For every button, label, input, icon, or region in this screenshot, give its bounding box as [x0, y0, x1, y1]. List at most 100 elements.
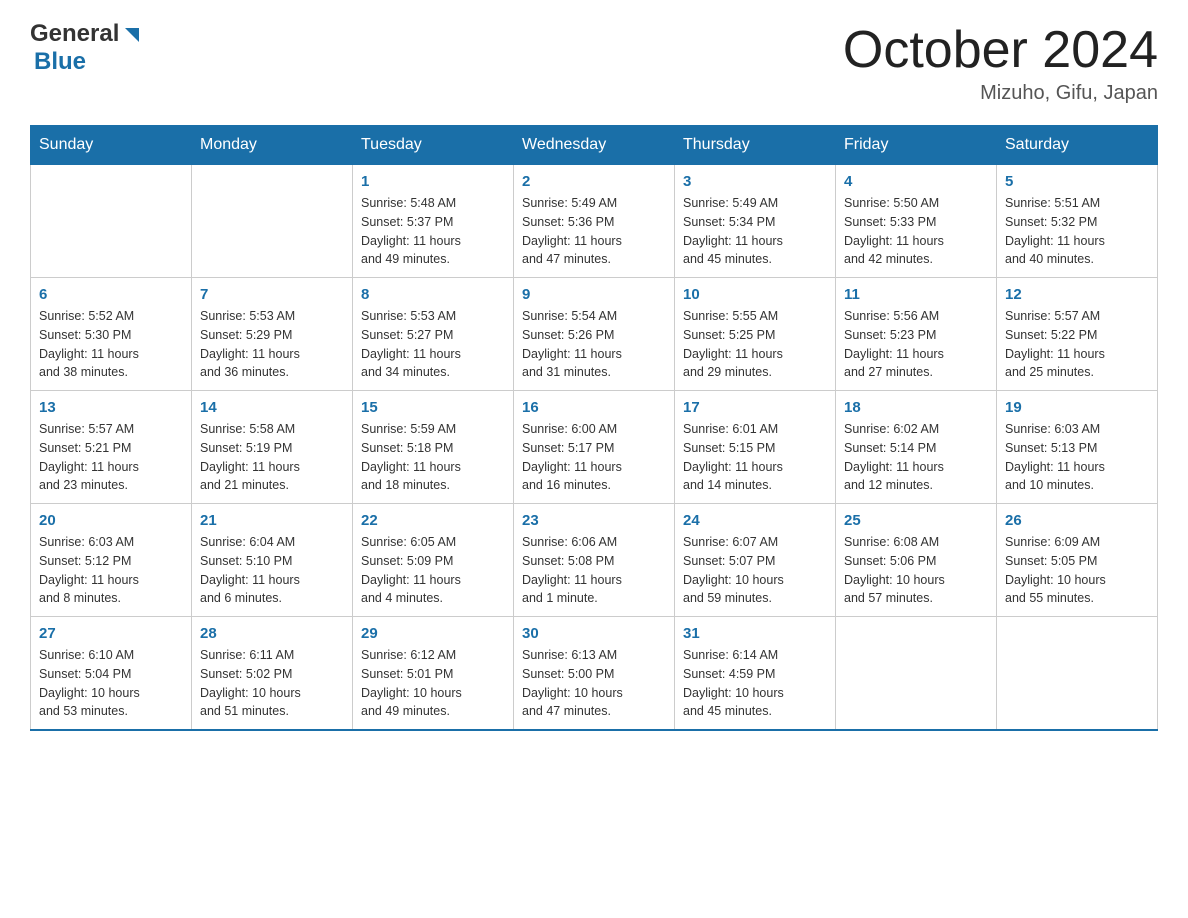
- day-info: Sunrise: 6:09 AM Sunset: 5:05 PM Dayligh…: [1005, 533, 1149, 608]
- calendar-cell: [31, 165, 192, 278]
- day-number: 19: [1005, 399, 1149, 416]
- day-info: Sunrise: 6:08 AM Sunset: 5:06 PM Dayligh…: [844, 533, 988, 608]
- calendar-cell: 10 Sunrise: 5:55 AM Sunset: 5:25 PM Dayli…: [675, 278, 836, 391]
- calendar-cell: 30Sunrise: 6:13 AM Sunset: 5:00 PM Dayli…: [514, 617, 675, 731]
- day-info: Sunrise: 5:48 AM Sunset: 5:37 PM Dayligh…: [361, 194, 505, 269]
- calendar-body: 1 Sunrise: 5:48 AM Sunset: 5:37 PM Daylig…: [31, 165, 1158, 731]
- calendar-cell: [997, 617, 1158, 731]
- day-number: 28: [200, 625, 344, 642]
- day-number: 3: [683, 173, 827, 190]
- day-number: 5: [1005, 173, 1149, 190]
- day-info: Sunrise: 5:51 AM Sunset: 5:32 PM Dayligh…: [1005, 194, 1149, 269]
- day-number: 13: [39, 399, 183, 416]
- day-info: Sunrise: 5:53 AM Sunset: 5:27 PM Dayligh…: [361, 307, 505, 382]
- day-number: 21: [200, 512, 344, 529]
- day-number: 9: [522, 286, 666, 303]
- calendar-cell: 3 Sunrise: 5:49 AM Sunset: 5:34 PM Daylig…: [675, 165, 836, 278]
- day-number: 4: [844, 173, 988, 190]
- day-info: Sunrise: 6:07 AM Sunset: 5:07 PM Dayligh…: [683, 533, 827, 608]
- day-info: Sunrise: 5:58 AM Sunset: 5:19 PM Dayligh…: [200, 420, 344, 495]
- calendar-cell: 22Sunrise: 6:05 AM Sunset: 5:09 PM Dayli…: [353, 504, 514, 617]
- calendar-cell: 26 Sunrise: 6:09 AM Sunset: 5:05 PM Dayli…: [997, 504, 1158, 617]
- calendar-cell: 7 Sunrise: 5:53 AM Sunset: 5:29 PM Daylig…: [192, 278, 353, 391]
- calendar-cell: 28Sunrise: 6:11 AM Sunset: 5:02 PM Dayli…: [192, 617, 353, 731]
- calendar-week-row: 13 Sunrise: 5:57 AM Sunset: 5:21 PM Dayli…: [31, 391, 1158, 504]
- day-info: Sunrise: 5:50 AM Sunset: 5:33 PM Dayligh…: [844, 194, 988, 269]
- day-info: Sunrise: 6:01 AM Sunset: 5:15 PM Dayligh…: [683, 420, 827, 495]
- page-header: General Blue October 2024 Mizuho, Gifu, …: [30, 20, 1158, 105]
- calendar-cell: 8Sunrise: 5:53 AM Sunset: 5:27 PM Daylig…: [353, 278, 514, 391]
- calendar-cell: 12 Sunrise: 5:57 AM Sunset: 5:22 PM Dayli…: [997, 278, 1158, 391]
- day-info: Sunrise: 6:05 AM Sunset: 5:09 PM Dayligh…: [361, 533, 505, 608]
- calendar-cell: [836, 617, 997, 731]
- day-number: 6: [39, 286, 183, 303]
- calendar-cell: 1 Sunrise: 5:48 AM Sunset: 5:37 PM Daylig…: [353, 165, 514, 278]
- calendar-cell: 27 Sunrise: 6:10 AM Sunset: 5:04 PM Dayli…: [31, 617, 192, 731]
- calendar-cell: 16 Sunrise: 6:00 AM Sunset: 5:17 PM Dayli…: [514, 391, 675, 504]
- day-number: 1: [361, 173, 505, 190]
- weekday-header-tuesday: Tuesday: [353, 126, 514, 165]
- day-number: 12: [1005, 286, 1149, 303]
- day-number: 11: [844, 286, 988, 303]
- calendar-cell: 11 Sunrise: 5:56 AM Sunset: 5:23 PM Dayli…: [836, 278, 997, 391]
- weekday-header-monday: Monday: [192, 126, 353, 165]
- weekday-header-wednesday: Wednesday: [514, 126, 675, 165]
- calendar-week-row: 6 Sunrise: 5:52 AM Sunset: 5:30 PM Daylig…: [31, 278, 1158, 391]
- calendar-cell: 19Sunrise: 6:03 AM Sunset: 5:13 PM Dayli…: [997, 391, 1158, 504]
- day-info: Sunrise: 5:57 AM Sunset: 5:22 PM Dayligh…: [1005, 307, 1149, 382]
- day-number: 14: [200, 399, 344, 416]
- calendar-cell: 4 Sunrise: 5:50 AM Sunset: 5:33 PM Daylig…: [836, 165, 997, 278]
- calendar-cell: 23Sunrise: 6:06 AM Sunset: 5:08 PM Dayli…: [514, 504, 675, 617]
- day-number: 15: [361, 399, 505, 416]
- day-number: 7: [200, 286, 344, 303]
- day-number: 16: [522, 399, 666, 416]
- day-number: 17: [683, 399, 827, 416]
- logo-triangle-icon: [121, 24, 143, 46]
- calendar-cell: [192, 165, 353, 278]
- weekday-header-friday: Friday: [836, 126, 997, 165]
- calendar-cell: 31 Sunrise: 6:14 AM Sunset: 4:59 PM Dayli…: [675, 617, 836, 731]
- calendar-header: SundayMondayTuesdayWednesdayThursdayFrid…: [31, 126, 1158, 165]
- day-info: Sunrise: 5:49 AM Sunset: 5:34 PM Dayligh…: [683, 194, 827, 269]
- calendar-cell: 29 Sunrise: 6:12 AM Sunset: 5:01 PM Dayli…: [353, 617, 514, 731]
- calendar-cell: 9 Sunrise: 5:54 AM Sunset: 5:26 PM Daylig…: [514, 278, 675, 391]
- day-number: 29: [361, 625, 505, 642]
- day-info: Sunrise: 6:02 AM Sunset: 5:14 PM Dayligh…: [844, 420, 988, 495]
- day-info: Sunrise: 6:04 AM Sunset: 5:10 PM Dayligh…: [200, 533, 344, 608]
- day-info: Sunrise: 5:54 AM Sunset: 5:26 PM Dayligh…: [522, 307, 666, 382]
- day-info: Sunrise: 5:56 AM Sunset: 5:23 PM Dayligh…: [844, 307, 988, 382]
- day-number: 26: [1005, 512, 1149, 529]
- day-number: 31: [683, 625, 827, 642]
- calendar-cell: 20Sunrise: 6:03 AM Sunset: 5:12 PM Dayli…: [31, 504, 192, 617]
- day-info: Sunrise: 5:59 AM Sunset: 5:18 PM Dayligh…: [361, 420, 505, 495]
- weekday-header-saturday: Saturday: [997, 126, 1158, 165]
- day-info: Sunrise: 5:53 AM Sunset: 5:29 PM Dayligh…: [200, 307, 344, 382]
- calendar-cell: 5 Sunrise: 5:51 AM Sunset: 5:32 PM Daylig…: [997, 165, 1158, 278]
- day-info: Sunrise: 6:12 AM Sunset: 5:01 PM Dayligh…: [361, 646, 505, 721]
- weekday-header-thursday: Thursday: [675, 126, 836, 165]
- month-title: October 2024: [843, 20, 1158, 80]
- day-info: Sunrise: 5:57 AM Sunset: 5:21 PM Dayligh…: [39, 420, 183, 495]
- day-info: Sunrise: 5:55 AM Sunset: 5:25 PM Dayligh…: [683, 307, 827, 382]
- weekday-header-row: SundayMondayTuesdayWednesdayThursdayFrid…: [31, 126, 1158, 165]
- location: Mizuho, Gifu, Japan: [843, 82, 1158, 105]
- calendar-cell: 17 Sunrise: 6:01 AM Sunset: 5:15 PM Dayli…: [675, 391, 836, 504]
- calendar-cell: 2Sunrise: 5:49 AM Sunset: 5:36 PM Daylig…: [514, 165, 675, 278]
- day-number: 10: [683, 286, 827, 303]
- title-section: October 2024 Mizuho, Gifu, Japan: [843, 20, 1158, 105]
- calendar-cell: 25Sunrise: 6:08 AM Sunset: 5:06 PM Dayli…: [836, 504, 997, 617]
- calendar-week-row: 1 Sunrise: 5:48 AM Sunset: 5:37 PM Daylig…: [31, 165, 1158, 278]
- day-number: 24: [683, 512, 827, 529]
- day-number: 2: [522, 173, 666, 190]
- logo: General Blue: [30, 20, 143, 76]
- day-info: Sunrise: 6:00 AM Sunset: 5:17 PM Dayligh…: [522, 420, 666, 495]
- calendar-week-row: 27 Sunrise: 6:10 AM Sunset: 5:04 PM Dayli…: [31, 617, 1158, 731]
- day-info: Sunrise: 6:14 AM Sunset: 4:59 PM Dayligh…: [683, 646, 827, 721]
- calendar-table: SundayMondayTuesdayWednesdayThursdayFrid…: [30, 125, 1158, 731]
- day-info: Sunrise: 5:52 AM Sunset: 5:30 PM Dayligh…: [39, 307, 183, 382]
- calendar-cell: 24 Sunrise: 6:07 AM Sunset: 5:07 PM Dayli…: [675, 504, 836, 617]
- day-number: 27: [39, 625, 183, 642]
- day-number: 23: [522, 512, 666, 529]
- day-info: Sunrise: 6:10 AM Sunset: 5:04 PM Dayligh…: [39, 646, 183, 721]
- day-number: 20: [39, 512, 183, 529]
